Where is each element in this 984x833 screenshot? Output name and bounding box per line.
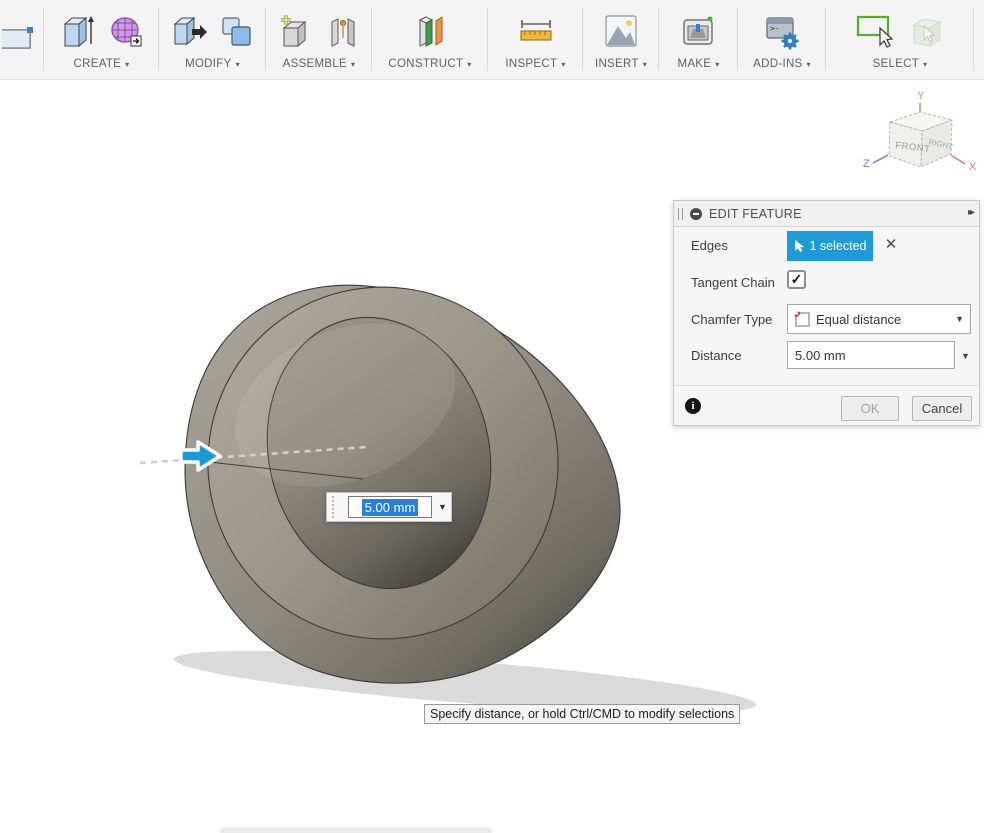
chevron-down-icon: ▾ — [807, 60, 811, 69]
drag-handle-icon[interactable] — [678, 208, 683, 220]
add-ins-menu[interactable]: ADD-INS▾ — [753, 58, 811, 70]
expand-arrows-icon[interactable]: ▸▸ — [968, 207, 972, 218]
distance-label: Distance — [691, 348, 742, 363]
make-icon[interactable] — [679, 12, 719, 52]
axis-y-label: Y — [917, 90, 925, 102]
chevron-down-icon: ▾ — [351, 60, 355, 69]
ok-button[interactable]: OK — [841, 396, 899, 421]
info-icon[interactable]: i — [685, 398, 701, 414]
cursor-icon — [794, 239, 805, 253]
distance-floating-input[interactable]: 5.00 mm ▼ — [326, 492, 452, 522]
insert-image-icon[interactable] — [602, 12, 640, 52]
make-menu[interactable]: MAKE▾ — [677, 58, 719, 70]
dialog-title-bar[interactable]: EDIT FEATURE ▸▸ — [674, 201, 979, 227]
toolbar-group-create[interactable]: CREATE▾ — [44, 0, 159, 79]
toolbar-group-make[interactable]: MAKE▾ — [659, 0, 738, 79]
toolbar-group-modify[interactable]: MODIFY▾ — [159, 0, 266, 79]
press-pull-icon[interactable] — [170, 12, 208, 52]
select-cube-icon[interactable] — [907, 12, 947, 52]
tangent-chain-label: Tangent Chain — [691, 275, 775, 290]
extrude-icon[interactable] — [59, 12, 97, 52]
select-menu[interactable]: SELECT▾ — [873, 58, 928, 70]
chamfer-type-label: Chamfer Type — [691, 312, 772, 327]
toolbar-group-select[interactable]: SELECT▾ — [826, 0, 974, 79]
construct-menu[interactable]: CONSTRUCT▾ — [388, 58, 471, 70]
create-sketch-icon[interactable] — [2, 22, 42, 58]
drag-handle-icon[interactable] — [332, 496, 339, 518]
chevron-down-icon: ▾ — [561, 60, 565, 69]
view-cube[interactable]: Y FRONT RIGHT Z X — [862, 86, 984, 194]
distance-input[interactable] — [787, 341, 955, 369]
chevron-down-icon: ▾ — [923, 60, 927, 69]
chamfer-type-select[interactable]: Equal distance ▼ — [787, 304, 971, 334]
modify-menu[interactable]: MODIFY▾ — [185, 58, 240, 70]
edges-selected-button[interactable]: 1 selected — [787, 231, 873, 261]
fusion360-window: CREATE▾ MODIFY▾ — [0, 0, 984, 833]
axis-z-label: Z — [863, 158, 870, 170]
inspect-menu[interactable]: INSPECT▾ — [505, 58, 565, 70]
edges-selected-count: 1 selected — [810, 239, 867, 253]
form-icon[interactable] — [107, 12, 145, 52]
assemble-menu[interactable]: ASSEMBLE▾ — [283, 58, 356, 70]
axis-x-label: X — [969, 161, 977, 173]
toolbar-group-addins[interactable]: >- ADD-INS▾ — [738, 0, 826, 79]
add-ins-icon[interactable]: >- — [762, 12, 802, 52]
axis-z-line — [873, 155, 888, 163]
edit-feature-dialog: EDIT FEATURE ▸▸ Edges 1 selected ✕ Tange… — [673, 200, 980, 426]
chevron-down-icon: ▾ — [125, 60, 129, 69]
toolbar-group-insert[interactable]: INSERT▾ — [583, 0, 659, 79]
chevron-down-icon[interactable]: ▼ — [438, 502, 447, 512]
tangent-chain-checkbox[interactable]: ✓ — [787, 270, 806, 289]
chevron-down-icon: ▼ — [955, 314, 964, 324]
cancel-button[interactable]: Cancel — [912, 396, 972, 421]
toolbar-group-inspect[interactable]: INSPECT▾ — [488, 0, 583, 79]
navigation-bar-partial[interactable] — [220, 827, 492, 833]
chamfer-type-icon — [794, 311, 811, 328]
joint-icon[interactable] — [324, 12, 362, 52]
chevron-down-icon[interactable]: ▼ — [961, 351, 970, 361]
distance-value-field[interactable]: 5.00 mm — [348, 496, 432, 518]
chamfer-type-value: Equal distance — [816, 312, 955, 327]
toolbar-group-assemble[interactable]: ASSEMBLE▾ — [266, 0, 372, 79]
toolbar-group-construct[interactable]: CONSTRUCT▾ — [372, 0, 488, 79]
select-window-icon[interactable] — [853, 12, 897, 52]
chevron-down-icon: ▾ — [236, 60, 240, 69]
dialog-title: EDIT FEATURE — [709, 207, 802, 221]
create-menu[interactable]: CREATE▾ — [74, 58, 130, 70]
chevron-down-icon: ▾ — [467, 60, 471, 69]
status-hint-tooltip: Specify distance, or hold Ctrl/CMD to mo… — [424, 704, 740, 724]
chevron-down-icon: ▾ — [643, 60, 647, 69]
collapse-icon[interactable] — [690, 208, 702, 220]
insert-menu[interactable]: INSERT▾ — [595, 58, 647, 70]
toolbar-group-sketch[interactable] — [0, 0, 44, 79]
edges-label: Edges — [691, 238, 728, 253]
chevron-down-icon: ▾ — [715, 60, 719, 69]
selected-value-text[interactable]: 5.00 mm — [362, 499, 419, 516]
construct-plane-icon[interactable] — [408, 12, 452, 52]
new-component-icon[interactable] — [276, 12, 314, 52]
dialog-divider — [674, 385, 979, 386]
clear-selection-icon[interactable]: ✕ — [880, 234, 902, 256]
axis-x-line — [951, 155, 965, 164]
svg-text:>-: >- — [770, 24, 780, 33]
combine-icon[interactable] — [218, 12, 256, 52]
measure-icon[interactable] — [516, 12, 556, 52]
toolbar: CREATE▾ MODIFY▾ — [0, 0, 984, 80]
